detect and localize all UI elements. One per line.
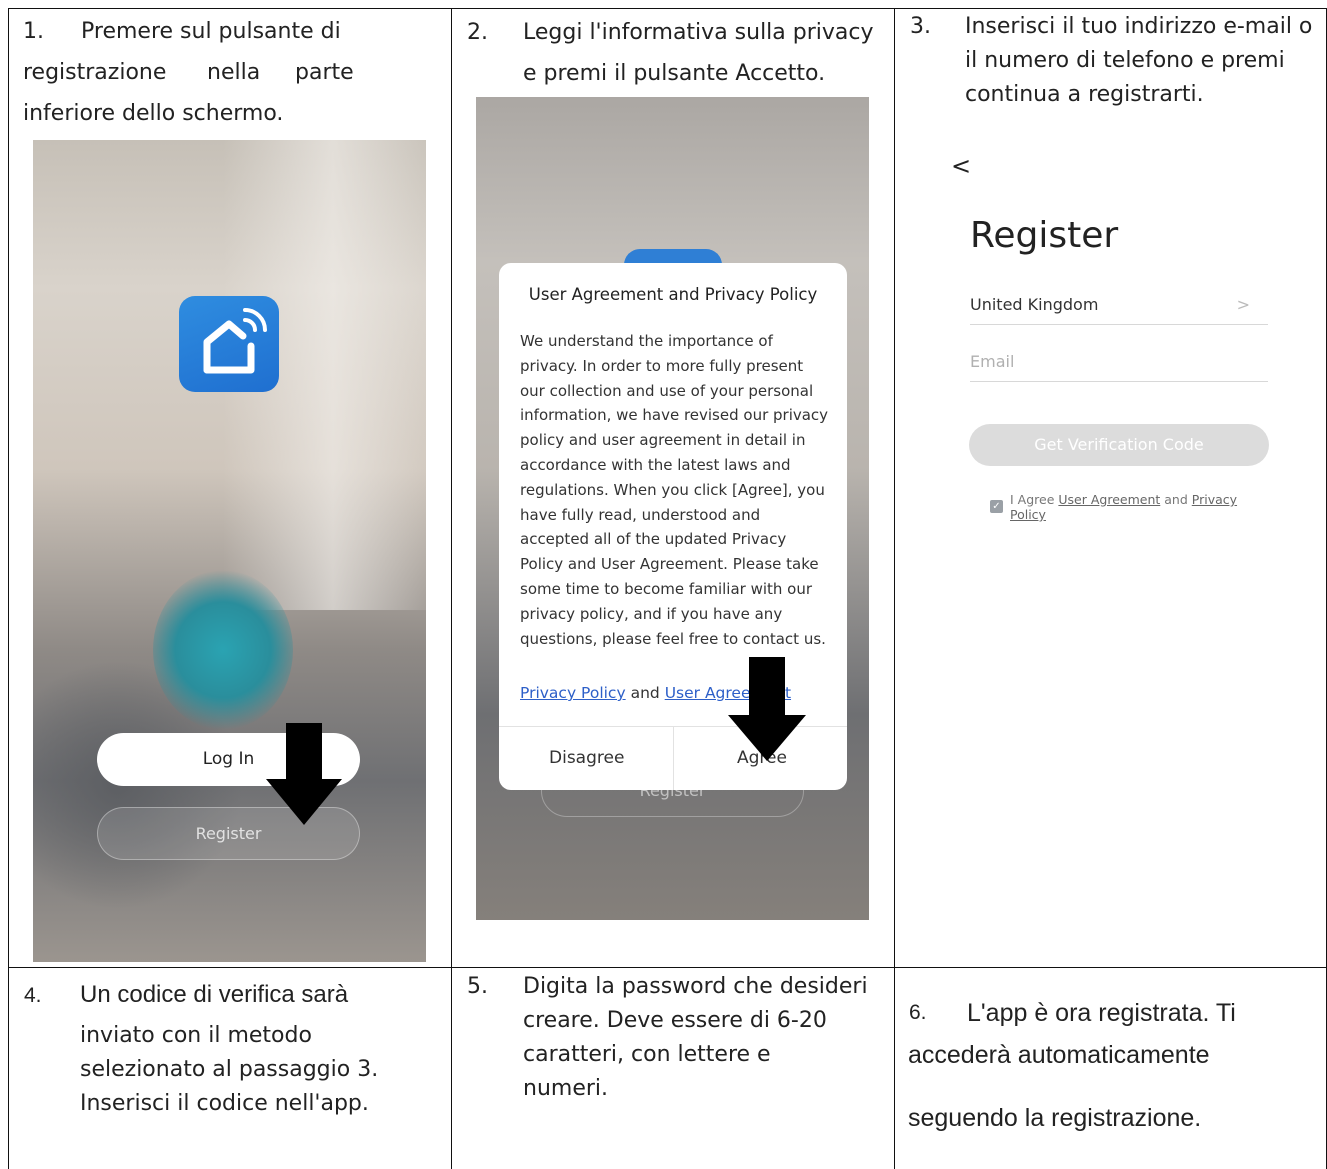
arrow-down-icon <box>266 723 342 825</box>
disagree-button[interactable]: Disagree <box>549 748 624 768</box>
user-agreement-link[interactable]: User Agreement <box>1058 492 1160 507</box>
step-5-line-3: caratteri, con lettere e <box>523 1042 771 1067</box>
agreement-text: I Agree User Agreement and Privacy Polic… <box>1010 492 1270 522</box>
get-verification-code-button[interactable]: Get Verification Code <box>969 424 1269 466</box>
step-3-line-2: il numero di telefono e premi <box>965 48 1285 73</box>
privacy-policy-link[interactable]: Privacy Policy <box>520 684 626 702</box>
step-3-line-3: continua a registrarti. <box>965 82 1204 107</box>
step-1-cell: 1. Premere sul pulsante di registrazione… <box>8 8 452 968</box>
country-selector[interactable]: United Kingdom > <box>970 295 1268 325</box>
agree-and: and <box>1164 492 1188 507</box>
login-screen-screenshot: Log In Register <box>33 140 426 962</box>
chevron-right-icon: > <box>1236 295 1250 314</box>
step-4-number: 4. <box>24 984 42 1007</box>
step-2-line-1: Leggi l'informativa sulla privacy <box>523 20 874 45</box>
email-input[interactable]: Email <box>970 352 1268 382</box>
dialog-button-divider <box>673 726 674 790</box>
step-6-cell: 6. L'app è ora registrata. Ti accederà a… <box>894 967 1327 1169</box>
step-6-line-1: L'app è ora registrata. Ti <box>967 999 1236 1027</box>
step-1-line-2c: parte <box>295 60 354 85</box>
step-4-line-1: Un codice di verifica sarà <box>80 981 349 1008</box>
teal-cushion <box>153 570 293 730</box>
step-1-line-2a: registrazione <box>23 60 167 85</box>
country-value: United Kingdom <box>970 295 1099 314</box>
step-2-line-2: e premi il pulsante Accetto. <box>523 61 826 86</box>
step-3-number: 3. <box>910 14 931 39</box>
dialog-title: User Agreement and Privacy Policy <box>528 285 818 304</box>
agree-prefix: I Agree <box>1010 492 1055 507</box>
smart-home-app-icon <box>179 296 279 392</box>
step-6-line-2: accederà automaticamente <box>908 1041 1210 1069</box>
agree-checkbox[interactable]: ✓ <box>990 500 1003 513</box>
step-5-number: 5. <box>467 974 488 999</box>
step-6-number: 6. <box>909 1001 927 1024</box>
step-1-line-1: Premere sul pulsante di <box>81 19 341 44</box>
step-4-cell: 4. Un codice di verifica sarà inviato co… <box>8 967 452 1169</box>
step-4-line-3: selezionato al passaggio 3. <box>80 1057 379 1082</box>
arrow-down-icon <box>728 657 806 761</box>
step-1-line-3: inferiore dello schermo. <box>23 101 284 126</box>
back-chevron-icon[interactable]: < <box>951 152 971 180</box>
register-title: Register <box>970 215 1119 256</box>
links-and: and <box>630 684 660 702</box>
step-3-cell: 3. Inserisci il tuo indirizzo e-mail o i… <box>894 8 1327 968</box>
step-5-line-2: creare. Deve essere di 6-20 <box>523 1008 827 1033</box>
step-2-number: 2. <box>467 20 488 45</box>
step-2-cell: 2. Leggi l'informativa sulla privacy e p… <box>451 8 895 968</box>
step-5-line-4: numeri. <box>523 1076 609 1101</box>
step-6-line-3: seguendo la registrazione. <box>908 1104 1202 1132</box>
step-5-cell: 5. Digita la password che desideri crear… <box>451 967 895 1169</box>
privacy-screen-screenshot: Register User Agreement and Privacy Poli… <box>476 97 869 920</box>
step-4-line-4: Inserisci il codice nell'app. <box>80 1091 369 1116</box>
step-1-line-2b: nella <box>207 60 261 85</box>
step-5-line-1: Digita la password che desideri <box>523 974 868 999</box>
step-3-line-1: Inserisci il tuo indirizzo e-mail o <box>965 14 1313 39</box>
step-1-number: 1. <box>23 19 44 44</box>
dialog-body: We understand the importance of privacy.… <box>520 332 829 648</box>
step-4-line-2: inviato con il metodo <box>80 1023 312 1048</box>
